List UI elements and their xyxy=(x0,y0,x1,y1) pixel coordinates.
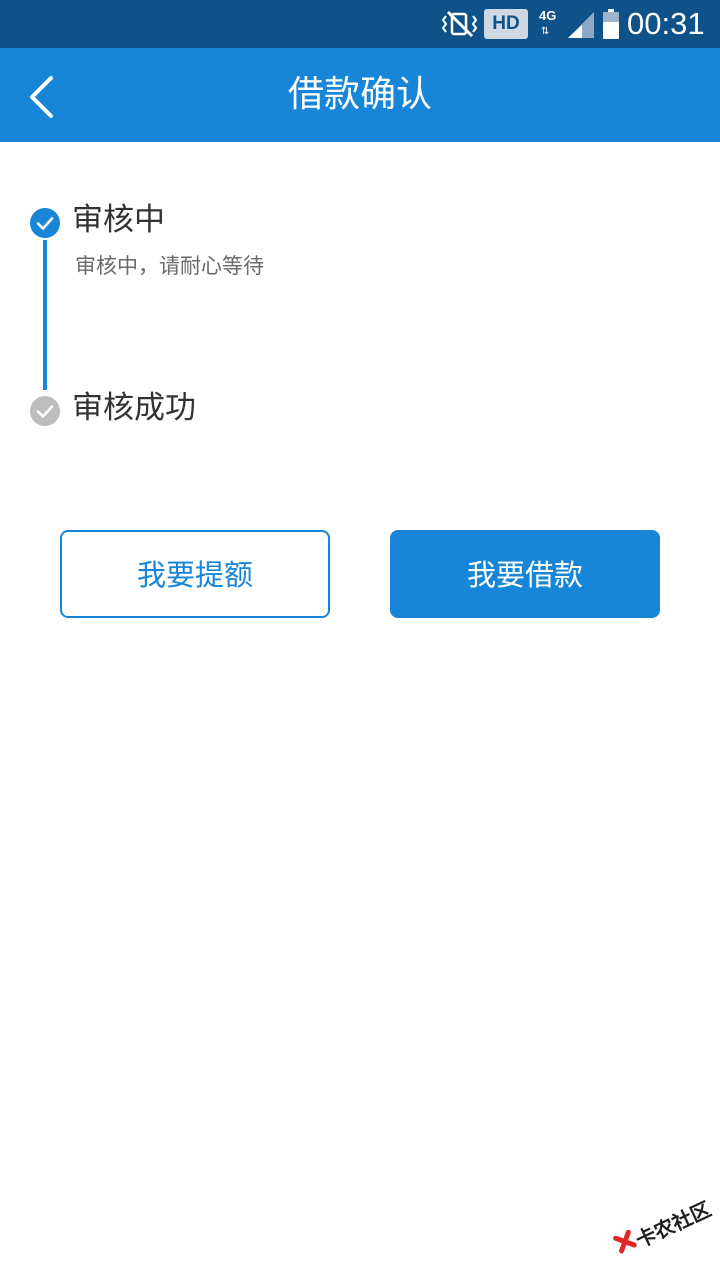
page-title: 借款确认 xyxy=(287,74,432,115)
step-description-reviewing: 审核中，请耐心等待 xyxy=(75,254,264,278)
step-title-reviewing: 审核中 xyxy=(72,202,165,238)
back-button[interactable] xyxy=(18,70,68,120)
chevron-left-icon xyxy=(30,76,53,118)
signal-icon xyxy=(568,12,594,38)
step-completed-check-icon xyxy=(30,208,60,238)
watermark-text: 卡农社区 xyxy=(631,1196,715,1253)
borrow-button[interactable]: 我要借款 xyxy=(390,530,660,618)
vibrate-mute-icon xyxy=(441,10,478,38)
network-activity-icon: ⇅ xyxy=(541,26,550,37)
raise-limit-button[interactable]: 我要提额 xyxy=(60,530,330,618)
step-connector-line xyxy=(43,240,47,390)
status-bar: HD 4G ⇅ 00:31 xyxy=(0,0,720,48)
step-pending-check-icon xyxy=(30,396,60,426)
hd-badge: HD xyxy=(484,9,528,39)
battery-icon xyxy=(603,9,619,39)
watermark: 卡农社区 xyxy=(601,1171,720,1285)
status-clock: 00:31 xyxy=(627,6,705,41)
network-type-label: 4G xyxy=(539,8,557,23)
navigation-bar: 借款确认 xyxy=(0,48,720,142)
step-title-approved: 审核成功 xyxy=(72,390,196,426)
